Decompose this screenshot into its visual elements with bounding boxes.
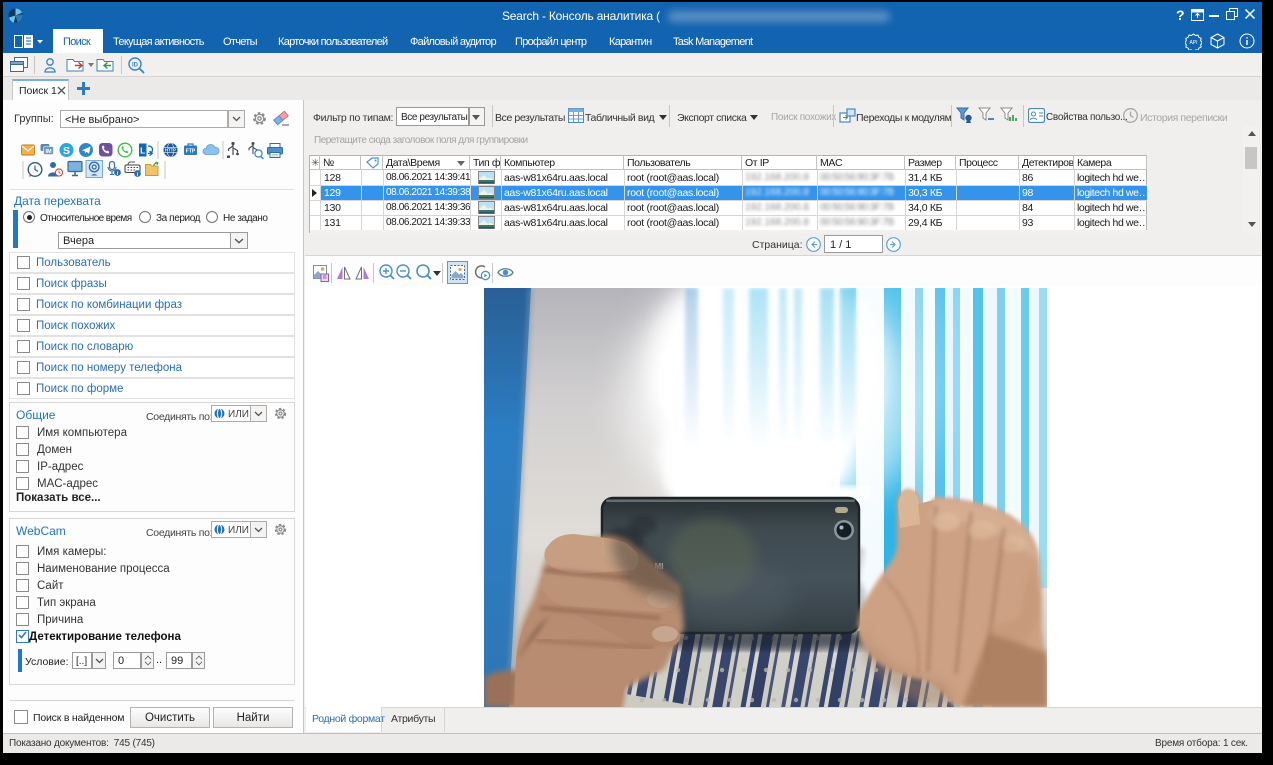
svg-text:API: API bbox=[1189, 40, 1197, 46]
svg-text:FTP: FTP bbox=[186, 149, 196, 155]
svg-text:HTTP: HTTP bbox=[165, 148, 176, 153]
svg-text:L: L bbox=[140, 146, 145, 156]
svg-text:S: S bbox=[63, 145, 70, 157]
svg-text:ID: ID bbox=[132, 63, 139, 69]
svg-text:IM: IM bbox=[45, 149, 52, 155]
